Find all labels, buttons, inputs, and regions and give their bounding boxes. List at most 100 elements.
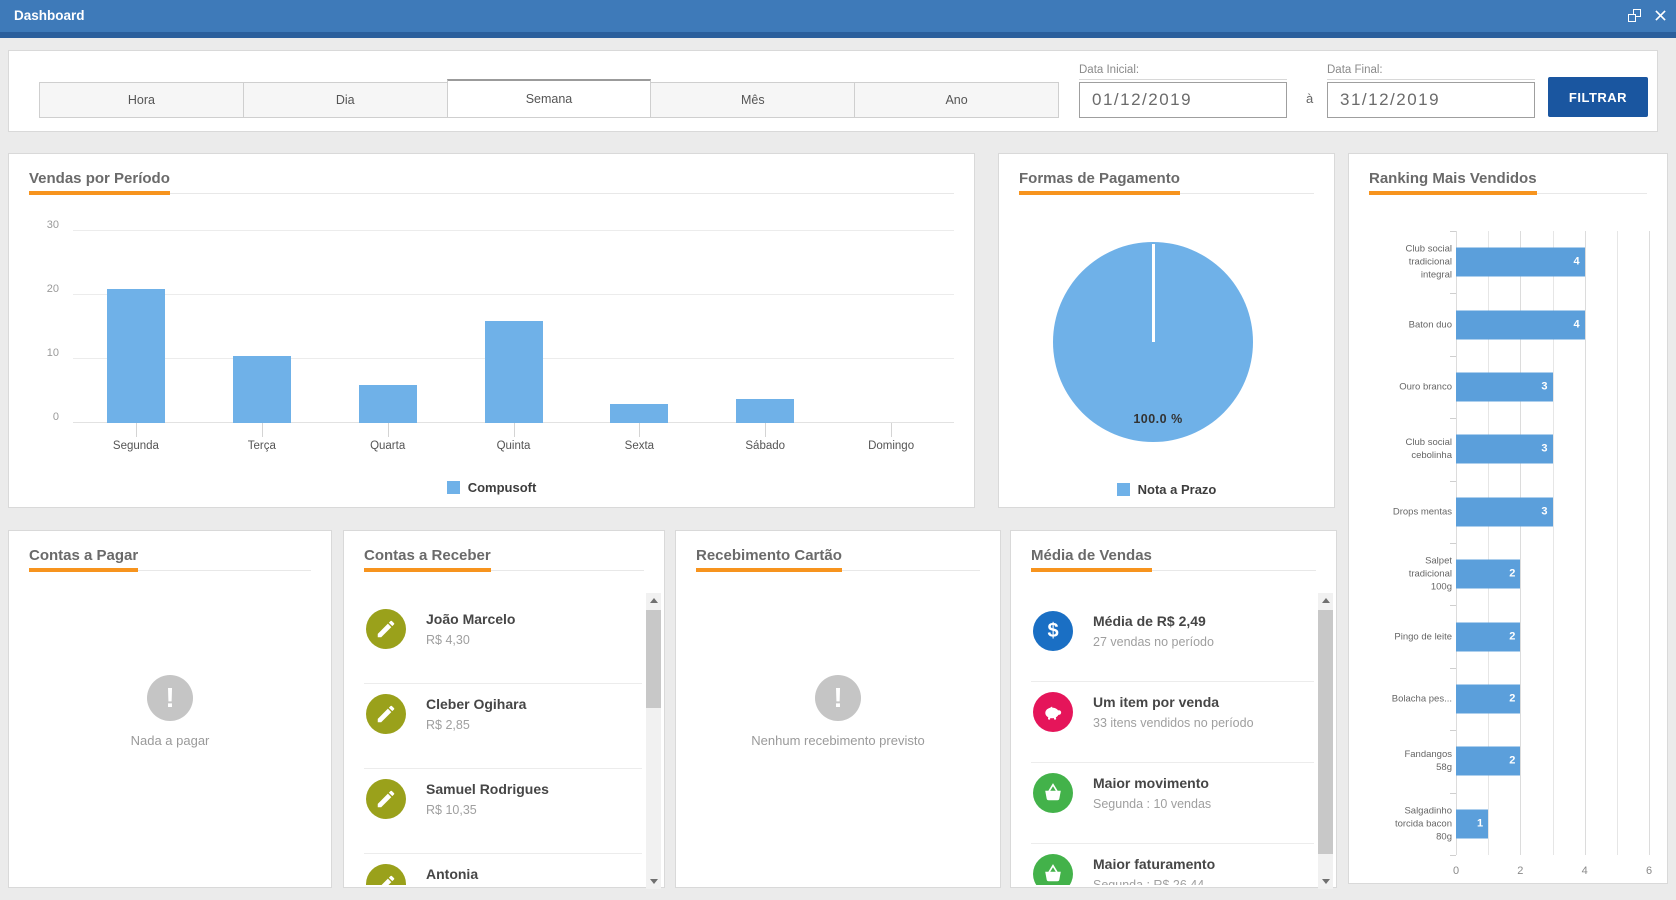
category-axis-tick bbox=[1450, 792, 1456, 794]
scroll-up-button[interactable] bbox=[646, 593, 661, 608]
list-item: Um item por venda 33 itens vendidos no pe… bbox=[1031, 682, 1314, 763]
card-head: Contas a Receber bbox=[364, 547, 644, 572]
scroll-thumb[interactable] bbox=[646, 610, 661, 708]
contas-receber-list: João Marcelo R$ 4,30 Cleber Ogihara R$ 2,85… bbox=[344, 599, 642, 885]
filter-button[interactable]: FILTRAR bbox=[1548, 77, 1648, 117]
list-item[interactable]: Samuel Rodrigues R$ 10,35 bbox=[364, 769, 642, 854]
card-title-recebimento: Recebimento Cartão bbox=[696, 547, 842, 572]
pie-slice-label: 100.0 % bbox=[1133, 412, 1183, 426]
date-end-input[interactable] bbox=[1327, 82, 1535, 118]
bar-value-label: 2 bbox=[1509, 567, 1516, 580]
exclamation-icon: ! bbox=[815, 675, 861, 721]
x-axis-label: Quinta bbox=[496, 440, 531, 452]
category-axis-tick bbox=[1450, 605, 1456, 607]
y-axis-tick-label: 30 bbox=[46, 219, 59, 231]
ranking-rows: Club social tradicional integral 4 Baton duo… bbox=[1349, 231, 1667, 855]
bar-drops-mentas: 3 bbox=[1456, 497, 1553, 527]
stat-subtitle: Segunda : 10 vendas bbox=[1093, 797, 1212, 811]
bar-value-label: 2 bbox=[1509, 754, 1516, 767]
category-axis-tick bbox=[1450, 855, 1456, 856]
pencil-icon bbox=[366, 694, 406, 734]
ranking-row-bolacha-pes-: Bolacha pes... 2 bbox=[1349, 668, 1667, 730]
bar-club-social-tradicional-integral: 4 bbox=[1456, 247, 1585, 277]
date-start-group: Data Inicial: bbox=[1079, 64, 1289, 118]
tab-ano[interactable]: Ano bbox=[854, 82, 1059, 118]
card-head: Formas de Pagamento bbox=[1019, 170, 1314, 195]
stat-title: Maior movimento bbox=[1093, 775, 1209, 791]
scroll-thumb[interactable] bbox=[1318, 610, 1333, 854]
empty-state: ! Nada a pagar bbox=[9, 675, 331, 748]
category-label: Salgadinho torcida bacon 80g bbox=[1394, 805, 1452, 843]
stat-subtitle: 27 vendas no período bbox=[1093, 635, 1214, 649]
ranking-row-fandangos-58g: Fandangos 58g 2 bbox=[1349, 730, 1667, 792]
dollar-icon: $ bbox=[1033, 611, 1073, 651]
scroll-down-button[interactable] bbox=[1318, 874, 1333, 889]
tab-semana[interactable]: Semana bbox=[446, 79, 652, 118]
bar-slot-segunda: Segunda bbox=[73, 231, 199, 452]
legend-swatch bbox=[446, 481, 460, 494]
x-axis-tick bbox=[513, 423, 515, 437]
category-axis-tick bbox=[1450, 231, 1456, 232]
filter-tabs: Hora Dia Semana Mês Ano bbox=[39, 79, 1059, 118]
ranking-row-pingo-de-leite: Pingo de leite 2 bbox=[1349, 605, 1667, 667]
bar-slot-domingo: Domingo bbox=[828, 231, 954, 452]
list-item[interactable]: João Marcelo R$ 4,30 bbox=[364, 599, 642, 684]
contact-amount: R$ 2,85 bbox=[426, 718, 470, 732]
x-axis-label: Sexta bbox=[624, 440, 655, 452]
category-label: Fandangos 58g bbox=[1404, 749, 1452, 774]
legend-swatch bbox=[1116, 483, 1130, 496]
pencil-icon bbox=[366, 609, 406, 649]
category-label: Bolacha pes... bbox=[1391, 693, 1452, 705]
card-head: Recebimento Cartão bbox=[696, 547, 980, 572]
card-ranking-mais-vendidos: Ranking Mais Vendidos Club social tradici… bbox=[1348, 153, 1668, 884]
category-label: Salpet tradicional 100g bbox=[1408, 555, 1452, 593]
date-start-label: Data Inicial: bbox=[1079, 64, 1287, 80]
scroll-down-button[interactable] bbox=[646, 874, 661, 889]
bar-sabado bbox=[736, 398, 795, 423]
date-start-input[interactable] bbox=[1079, 82, 1287, 118]
bar-pingo-de-leite: 2 bbox=[1456, 622, 1521, 652]
category-axis-tick bbox=[1450, 480, 1456, 482]
x-axis-tick-label: 6 bbox=[1645, 865, 1653, 877]
bar-value-label: 2 bbox=[1509, 692, 1516, 705]
x-axis-tick bbox=[639, 423, 641, 437]
bar-value-label: 1 bbox=[1477, 817, 1484, 830]
tab-hora[interactable]: Hora bbox=[39, 82, 244, 118]
empty-text: Nenhum recebimento previsto bbox=[751, 733, 925, 748]
card-head: Média de Vendas bbox=[1031, 547, 1316, 572]
card-head: Ranking Mais Vendidos bbox=[1369, 170, 1647, 195]
pencil-icon bbox=[366, 864, 406, 885]
bar-fandangos-58g: 2 bbox=[1456, 746, 1521, 776]
card-media-de-vendas: Média de Vendas $ Média de R$ 2,49 27 vend… bbox=[1010, 530, 1337, 889]
window-title: Dashboard bbox=[14, 8, 85, 23]
category-axis-tick bbox=[1450, 355, 1456, 357]
list-item: Maior faturamento Segunda : R$ 26,44 bbox=[1031, 844, 1314, 885]
tab-mes[interactable]: Mês bbox=[650, 82, 856, 118]
stat-subtitle: 33 itens vendidos no período bbox=[1093, 716, 1254, 730]
x-axis-tick-label: 4 bbox=[1581, 865, 1588, 877]
stat-subtitle: Segunda : R$ 26,44 bbox=[1093, 878, 1205, 885]
media-vendas-list: $ Média de R$ 2,49 27 vendas no período Um … bbox=[1011, 601, 1314, 885]
scrollbar[interactable] bbox=[646, 593, 661, 889]
bar-segunda bbox=[106, 288, 165, 423]
close-icon[interactable] bbox=[1655, 10, 1666, 21]
stat-title: Maior faturamento bbox=[1093, 856, 1216, 872]
bar-slot-quarta: Quarta bbox=[325, 231, 451, 452]
category-axis-tick bbox=[1450, 730, 1456, 732]
list-item[interactable]: AntoniaR$ 66,65 bbox=[364, 854, 642, 885]
card-title-vendas: Vendas por Período bbox=[29, 170, 170, 195]
vendas-bar-chart: 0 10 20 30 Segunda Terça Quarta Quinta Sexta Sába… bbox=[47, 219, 954, 452]
tab-dia[interactable]: Dia bbox=[242, 82, 448, 118]
bar-terca bbox=[232, 355, 291, 423]
card-contas-a-receber: Contas a Receber João Marcelo R$ 4,30 Cleb… bbox=[343, 530, 665, 889]
list-item[interactable]: Cleber Ogihara R$ 2,85 bbox=[364, 684, 642, 769]
restore-square-front bbox=[1628, 14, 1636, 22]
restore-window-icon[interactable] bbox=[1628, 9, 1641, 22]
bar-club-social-cebolinha: 3 bbox=[1456, 434, 1553, 464]
bar-value-label: 2 bbox=[1509, 630, 1516, 643]
bar-value-label: 3 bbox=[1541, 505, 1548, 518]
scroll-up-button[interactable] bbox=[1318, 593, 1333, 608]
card-head: Vendas por Período bbox=[29, 170, 954, 195]
scrollbar[interactable] bbox=[1318, 593, 1333, 889]
x-axis-tick bbox=[261, 423, 263, 437]
